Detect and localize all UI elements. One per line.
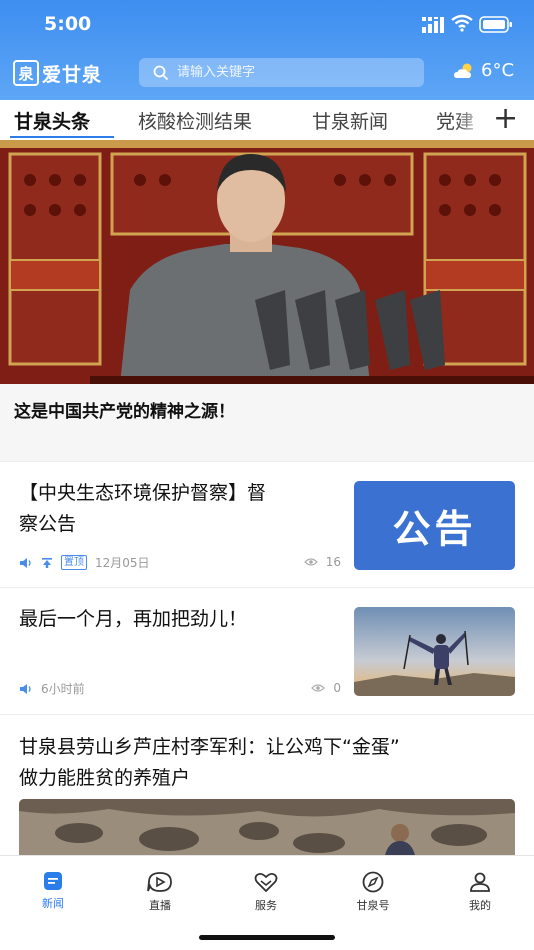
service-heart-icon bbox=[254, 872, 278, 893]
hero-photo bbox=[0, 140, 534, 384]
news-item[interactable]: 甘泉县劳山乡芦庄村李军利：让公鸡下“金蛋” 做力能胜贫的养殖户 bbox=[0, 715, 534, 855]
news-thumbnail[interactable] bbox=[354, 607, 515, 696]
news-title-line: 甘泉县劳山乡芦庄村李军利：让公鸡下“金蛋” bbox=[19, 736, 400, 758]
nav-label: 甘泉号 bbox=[356, 899, 390, 912]
category-tabs: 甘泉头条 核酸检测结果 甘泉新闻 党建 bbox=[0, 100, 534, 140]
news-title: 【中央生态环境保护督察】督 察公告 bbox=[19, 478, 266, 540]
nav-label: 我的 bbox=[469, 899, 491, 912]
news-icon bbox=[44, 872, 62, 890]
nav-news[interactable]: 新闻 bbox=[23, 871, 83, 911]
tabs-fade bbox=[455, 100, 490, 140]
live-play-icon bbox=[147, 872, 172, 892]
view-count: 0 bbox=[311, 681, 341, 695]
tab-nucleic-test[interactable]: 核酸检测结果 bbox=[138, 107, 252, 134]
speaker-icon[interactable] bbox=[19, 557, 33, 569]
nav-label: 直播 bbox=[149, 899, 171, 912]
speaker-icon[interactable] bbox=[19, 683, 33, 695]
search-input[interactable] bbox=[177, 65, 407, 80]
view-count-value: 16 bbox=[325, 555, 341, 569]
hero-caption[interactable]: 这是中国共产党的精神之源！ bbox=[0, 384, 534, 462]
pin-top-icon bbox=[42, 557, 52, 568]
news-title-line: 做力能胜贫的养殖户 bbox=[19, 767, 191, 789]
news-meta: 置顶 12月05日 bbox=[19, 554, 158, 571]
hero-image[interactable] bbox=[0, 140, 534, 384]
partly-cloudy-icon bbox=[454, 63, 472, 78]
signal-icon bbox=[422, 17, 444, 33]
weather-temperature: 6°C bbox=[481, 60, 515, 81]
app-logo-icon: 泉 bbox=[13, 60, 39, 86]
view-count: 16 bbox=[303, 555, 341, 569]
weather-widget[interactable]: 6°C bbox=[453, 60, 514, 81]
add-channel-icon[interactable]: + bbox=[493, 104, 518, 134]
eye-icon bbox=[311, 684, 326, 692]
compass-icon bbox=[362, 871, 384, 893]
news-title-line: 察公告 bbox=[19, 513, 77, 535]
nav-label: 新闻 bbox=[42, 897, 64, 910]
app-name: 爱甘泉 bbox=[42, 63, 103, 86]
home-indicator[interactable] bbox=[199, 935, 335, 940]
active-tab-indicator bbox=[10, 136, 114, 138]
nav-live[interactable]: 直播 bbox=[130, 871, 190, 913]
hero-title: 这是中国共产党的精神之源！ bbox=[14, 402, 235, 422]
nav-service[interactable]: 服务 bbox=[236, 871, 296, 913]
profile-icon bbox=[470, 872, 490, 892]
app-brand[interactable]: 泉 爱甘泉 bbox=[13, 60, 102, 86]
status-time: 5:00 bbox=[44, 13, 92, 35]
farm-photo bbox=[19, 799, 515, 855]
news-large-thumbnail[interactable] bbox=[19, 799, 515, 855]
news-meta: 6小时前 bbox=[19, 680, 93, 697]
nav-ganquan-account[interactable]: 甘泉号 bbox=[343, 871, 403, 913]
wifi-icon bbox=[451, 14, 473, 32]
view-count-value: 0 bbox=[333, 681, 341, 695]
tab-ganquan-news[interactable]: 甘泉新闻 bbox=[312, 107, 388, 134]
search-box[interactable] bbox=[139, 58, 424, 87]
status-bar: 5:00 bbox=[0, 0, 534, 48]
battery-icon bbox=[479, 16, 512, 33]
nav-label: 服务 bbox=[255, 899, 277, 912]
news-date: 12月05日 bbox=[95, 556, 150, 570]
tab-headlines[interactable]: 甘泉头条 bbox=[14, 107, 90, 134]
news-thumbnail[interactable]: 公告 bbox=[354, 481, 515, 570]
news-item[interactable]: 最后一个月，再加把劲儿！ 6小时前 0 bbox=[0, 588, 534, 715]
news-time: 6小时前 bbox=[41, 682, 85, 696]
pinned-badge: 置顶 bbox=[61, 555, 87, 570]
climber-photo bbox=[354, 607, 515, 696]
eye-icon bbox=[303, 558, 318, 566]
search-icon bbox=[153, 65, 169, 80]
thumbnail-text: 公告 bbox=[392, 507, 477, 551]
news-title-line: 【中央生态环境保护督察】督 bbox=[19, 482, 267, 504]
news-item[interactable]: 【中央生态环境保护督察】督 察公告 置顶 12月05日 16 公告 bbox=[0, 463, 534, 588]
news-title: 甘泉县劳山乡芦庄村李军利：让公鸡下“金蛋” 做力能胜贫的养殖户 bbox=[19, 732, 400, 794]
news-title: 最后一个月，再加把劲儿！ bbox=[19, 604, 247, 635]
news-title-line: 最后一个月，再加把劲儿！ bbox=[19, 608, 248, 630]
nav-profile[interactable]: 我的 bbox=[450, 871, 510, 913]
